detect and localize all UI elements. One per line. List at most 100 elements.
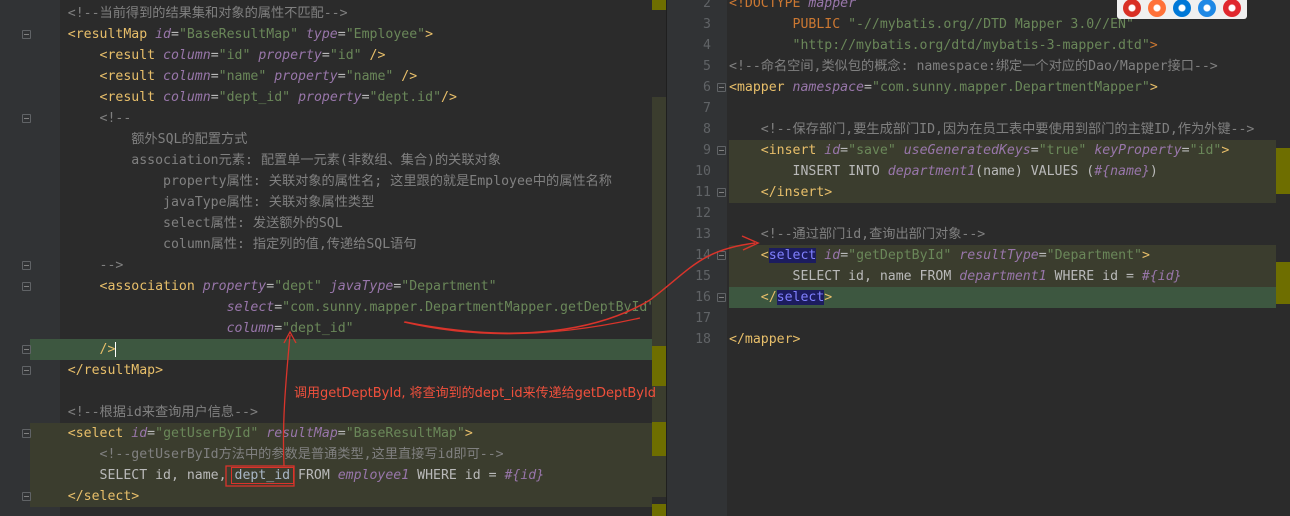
left-code-line[interactable]: association元素: 配置单一元素(非数组、集合)的关联对象 xyxy=(0,150,652,171)
right-warning-marker[interactable] xyxy=(1276,148,1290,194)
right-editor-pane[interactable]: 2 <!DOCTYPE mapper 3 PUBLIC "-//mybatis.or… xyxy=(667,0,1290,516)
left-code-line[interactable]: --> xyxy=(0,255,652,276)
safari-icon[interactable] xyxy=(1198,0,1216,17)
left-code-line[interactable]: <result column="name" property="name" /> xyxy=(0,66,652,87)
left-warning-marker[interactable] xyxy=(652,346,666,386)
right-code-line[interactable]: 18 </mapper> xyxy=(667,329,1276,350)
code-text[interactable]: <resultMap id="BaseResultMap" type="Empl… xyxy=(36,24,433,45)
code-text[interactable]: /> xyxy=(36,339,117,360)
code-text[interactable]: <select id="getUserById" resultMap="Base… xyxy=(36,423,473,444)
left-code-line[interactable]: /> xyxy=(0,339,652,360)
firefox-icon[interactable] xyxy=(1148,0,1166,17)
fold-marker-icon[interactable] xyxy=(717,188,726,197)
code-text[interactable]: property属性: 关联对象的属性名; 这里跟的就是Employee中的属性… xyxy=(36,171,612,192)
left-code-line[interactable]: <!--getUserById方法中的参数是普通类型,这里直接写id即可--> xyxy=(0,444,652,465)
code-text[interactable]: <result column="dept_id" property="dept.… xyxy=(36,87,457,108)
fold-marker-icon[interactable] xyxy=(22,30,31,39)
left-code-line[interactable]: property属性: 关联对象的属性名; 这里跟的就是Employee中的属性… xyxy=(0,171,652,192)
fold-marker-icon[interactable] xyxy=(22,282,31,291)
fold-marker-icon[interactable] xyxy=(22,261,31,270)
code-text[interactable]: <mapper namespace="com.sunny.mapper.Depa… xyxy=(729,77,1158,98)
left-code-line[interactable]: <association property="dept" javaType="D… xyxy=(0,276,652,297)
code-text[interactable]: select属性: 发送额外的SQL xyxy=(36,213,343,234)
left-code-line[interactable]: column属性: 指定列的值,传递给SQL语句 xyxy=(0,234,652,255)
code-text[interactable]: PUBLIC "-//mybatis.org//DTD Mapper 3.0//… xyxy=(729,14,1134,35)
right-code-line[interactable]: 6 <mapper namespace="com.sunny.mapper.Dep… xyxy=(667,77,1276,98)
right-code-line[interactable]: 7 xyxy=(667,98,1276,119)
right-code-line[interactable]: 15 SELECT id, name FROM department1 WHER… xyxy=(667,266,1276,287)
code-text[interactable]: association元素: 配置单一元素(非数组、集合)的关联对象 xyxy=(36,150,501,171)
left-code-line[interactable]: <resultMap id="BaseResultMap" type="Empl… xyxy=(0,24,652,45)
code-text[interactable]: <association property="dept" javaType="D… xyxy=(36,276,497,297)
left-code-line[interactable]: <!--根据id来查询用户信息--> xyxy=(0,402,652,423)
fold-marker-icon[interactable] xyxy=(22,114,31,123)
code-text[interactable]: INSERT INTO department1(name) VALUES (#{… xyxy=(729,161,1158,182)
left-code-line[interactable]: </resultMap> xyxy=(0,360,652,381)
code-text[interactable]: </insert> xyxy=(729,182,832,203)
right-code-line[interactable]: 17 xyxy=(667,308,1276,329)
right-code-line[interactable]: 8 <!--保存部门,要生成部门ID,因为在员工表中要使用到部门的主键ID,作为… xyxy=(667,119,1276,140)
code-text[interactable]: SELECT id, name FROM department1 WHERE i… xyxy=(729,266,1182,287)
code-text[interactable]: </select> xyxy=(36,486,139,507)
left-code-line[interactable]: <!-- xyxy=(0,108,652,129)
code-text[interactable]: <!-- xyxy=(36,108,132,129)
left-code-line[interactable]: <result column="dept_id" property="dept.… xyxy=(0,87,652,108)
left-code-line[interactable]: SELECT id, name, dept_id FROM employee1 … xyxy=(0,465,652,486)
code-text[interactable]: </select> xyxy=(729,287,832,308)
left-warning-marker-2[interactable] xyxy=(652,422,666,456)
fold-marker-icon[interactable] xyxy=(717,251,726,260)
right-code-line[interactable]: 10 INSERT INTO department1(name) VALUES … xyxy=(667,161,1276,182)
edge-icon[interactable] xyxy=(1173,0,1191,17)
left-code-line[interactable]: select="com.sunny.mapper.DepartmentMappe… xyxy=(0,297,656,318)
left-editor-pane[interactable]: <!--当前得到的结果集和对象的属性不匹配--> <resultMap id="… xyxy=(0,0,666,516)
right-code-line[interactable]: 14 <select id="getDeptById" resultType="… xyxy=(667,245,1276,266)
fold-marker-icon[interactable] xyxy=(22,429,31,438)
code-text[interactable]: column="dept_id" xyxy=(36,318,354,339)
code-text[interactable]: --> xyxy=(36,255,124,276)
code-text[interactable]: column属性: 指定列的值,传递给SQL语句 xyxy=(36,234,417,255)
code-text[interactable]: <result column="id" property="id" /> xyxy=(36,45,386,66)
left-code-line[interactable]: javaType属性: 关联对象属性类型 xyxy=(0,192,652,213)
code-text[interactable]: <!--命名空间,类似包的概念: namespace:绑定一个对应的Dao/Ma… xyxy=(729,56,1218,77)
fold-marker-icon[interactable] xyxy=(717,293,726,302)
right-warning-marker-2[interactable] xyxy=(1276,262,1290,304)
code-text[interactable]: <!--通过部门id,查询出部门对象--> xyxy=(729,224,985,245)
fold-marker-icon[interactable] xyxy=(22,345,31,354)
opera-icon[interactable] xyxy=(1223,0,1241,17)
code-text[interactable]: <!--保存部门,要生成部门ID,因为在员工表中要使用到部门的主键ID,作为外键… xyxy=(729,119,1255,140)
right-code-line[interactable]: 5 <!--命名空间,类似包的概念: namespace:绑定一个对应的Dao/M… xyxy=(667,56,1276,77)
code-text[interactable]: 额外SQL的配置方式 xyxy=(36,129,247,150)
right-code-line[interactable]: 9 <insert id="save" useGeneratedKeys="tr… xyxy=(667,140,1276,161)
left-warning-marker-4[interactable] xyxy=(652,504,666,516)
code-text[interactable]: SELECT id, name, dept_id FROM employee1 … xyxy=(36,465,544,486)
right-code-line[interactable]: 13 <!--通过部门id,查询出部门对象--> xyxy=(667,224,1276,245)
code-text[interactable]: </mapper> xyxy=(729,329,800,350)
fold-marker-icon[interactable] xyxy=(22,366,31,375)
code-text[interactable]: </resultMap> xyxy=(36,360,163,381)
fold-marker-icon[interactable] xyxy=(717,83,726,92)
code-text[interactable]: <!--当前得到的结果集和对象的属性不匹配--> xyxy=(36,3,348,24)
fold-marker-icon[interactable] xyxy=(717,146,726,155)
left-code-line[interactable]: column="dept_id" xyxy=(0,318,652,339)
code-text[interactable]: <result column="name" property="name" /> xyxy=(36,66,418,87)
code-text[interactable]: <!--getUserById方法中的参数是普通类型,这里直接写id即可--> xyxy=(36,444,504,465)
chrome-icon[interactable] xyxy=(1123,0,1141,17)
right-code-line[interactable]: 16 </select> xyxy=(667,287,1276,308)
left-code-line[interactable]: select属性: 发送额外的SQL xyxy=(0,213,652,234)
left-warning-marker-3[interactable] xyxy=(652,0,666,10)
code-text[interactable]: <!DOCTYPE mapper xyxy=(729,0,856,14)
code-text[interactable]: <!--根据id来查询用户信息--> xyxy=(36,402,258,423)
right-code-line[interactable]: 4 "http://mybatis.org/dtd/mybatis-3-mapp… xyxy=(667,35,1276,56)
right-code-line[interactable]: 12 xyxy=(667,203,1276,224)
code-text[interactable]: "http://mybatis.org/dtd/mybatis-3-mapper… xyxy=(729,35,1158,56)
left-code-line[interactable]: </select> xyxy=(0,486,652,507)
left-code-line[interactable]: 额外SQL的配置方式 xyxy=(0,129,652,150)
right-code-line[interactable]: 11 </insert> xyxy=(667,182,1276,203)
fold-marker-icon[interactable] xyxy=(22,492,31,501)
left-code-line[interactable]: <select id="getUserById" resultMap="Base… xyxy=(0,423,652,444)
code-text[interactable]: <select id="getDeptById" resultType="Dep… xyxy=(729,245,1150,266)
code-text[interactable]: javaType属性: 关联对象属性类型 xyxy=(36,192,374,213)
left-code-line[interactable]: <result column="id" property="id" /> xyxy=(0,45,652,66)
left-code-line[interactable]: <!--当前得到的结果集和对象的属性不匹配--> xyxy=(0,3,652,24)
code-text[interactable]: select="com.sunny.mapper.DepartmentMappe… xyxy=(36,297,656,318)
